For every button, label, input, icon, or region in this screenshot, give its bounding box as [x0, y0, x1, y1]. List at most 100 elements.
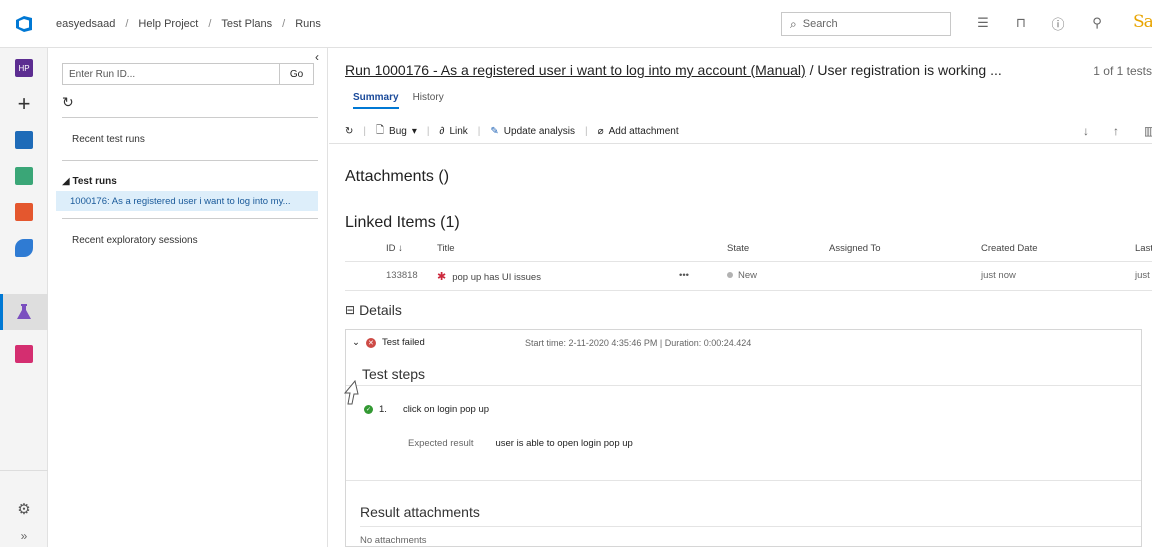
repos-icon: [15, 203, 33, 221]
test-status-toggle[interactable]: ⌄ ✕ Test failed: [352, 337, 425, 348]
recent-exploratory-sessions-link[interactable]: Recent exploratory sessions: [72, 235, 198, 246]
bug-icon: ✱: [437, 271, 447, 283]
run-title-link[interactable]: Run 1000176 - As a registered user i wan…: [345, 62, 806, 78]
test-runs-group-label: Test runs: [72, 176, 117, 187]
run-title-rest: / User registration is working ...: [805, 62, 1002, 78]
document-icon: 🗋: [376, 125, 385, 136]
update-analysis-label: Update analysis: [503, 126, 575, 137]
arrow-up-icon[interactable]: ↑: [1113, 124, 1119, 138]
refresh-button[interactable]: ↻: [345, 126, 353, 137]
artifacts-nav-button[interactable]: [0, 336, 48, 372]
project-badge: HP: [15, 59, 33, 77]
paperclip-icon: ⌀: [597, 126, 604, 137]
row-title-label: pop up has UI issues: [452, 272, 541, 283]
test-status-label: Test failed: [381, 337, 425, 348]
row-title[interactable]: ✱ pop up has UI issues: [437, 270, 541, 283]
column-last[interactable]: Last: [1135, 243, 1152, 254]
update-analysis-button[interactable]: ✎ Update analysis: [490, 126, 575, 137]
attachments-heading: Attachments (): [345, 168, 450, 185]
column-state[interactable]: State: [727, 243, 749, 254]
test-step[interactable]: ✓ 1. click on login pop up: [364, 404, 489, 415]
avatar[interactable]: Saa: [1133, 12, 1152, 32]
search-box[interactable]: ⌕ Search: [781, 12, 951, 36]
results-divider: [360, 526, 1141, 527]
tab-bar: Summary History: [353, 92, 444, 109]
pencil-icon: ✎: [490, 126, 499, 137]
go-button[interactable]: Go: [279, 64, 313, 84]
row-state: New: [727, 270, 757, 281]
run-title: Run 1000176 - As a registered user i wan…: [345, 62, 1150, 78]
tab-history[interactable]: History: [413, 92, 444, 109]
overview-icon: [15, 131, 33, 149]
boards-nav-button[interactable]: [0, 158, 48, 194]
run-id-input[interactable]: Enter Run ID... Go: [62, 63, 314, 85]
refresh-icon: ↻: [345, 126, 354, 137]
toolbar-separator: |: [426, 126, 430, 137]
column-assigned-to[interactable]: Assigned To: [829, 243, 881, 254]
bug-dropdown-button[interactable]: 🗋 Bug ▾: [376, 123, 417, 140]
results-divider: [346, 480, 1141, 481]
column-title[interactable]: Title: [437, 243, 455, 254]
expected-result-value: user is able to open login pop up: [495, 438, 633, 449]
link-label: Link: [449, 126, 468, 137]
selected-test-run[interactable]: 1000176: As a registered user i want to …: [56, 191, 318, 211]
breadcrumb-test-plans[interactable]: Test Plans: [221, 18, 272, 30]
table-divider: [345, 261, 1152, 262]
breadcrumb-org[interactable]: easyedsaad: [56, 18, 115, 30]
left-navigation-rail: HP + ⚙ »: [0, 48, 48, 547]
column-id[interactable]: ID ↓: [386, 243, 403, 254]
details-heading-label: Details: [359, 302, 402, 318]
new-item-button[interactable]: +: [0, 86, 48, 122]
user-settings-icon[interactable]: ⚲: [1087, 13, 1107, 33]
breadcrumb-project[interactable]: Help Project: [138, 18, 198, 30]
pass-icon: ✓: [364, 405, 373, 414]
toolbar-separator: |: [363, 126, 366, 137]
chevron-down-icon: ⌄: [352, 337, 360, 348]
boards-icon: [15, 167, 33, 185]
artifacts-icon: [15, 345, 33, 363]
panel-divider: [62, 218, 318, 219]
marketplace-bag-icon[interactable]: ⊓: [1011, 13, 1031, 33]
test-steps-heading: Test steps: [362, 366, 426, 382]
pipelines-nav-button[interactable]: [0, 230, 48, 266]
test-runs-group[interactable]: ◢ Test runs: [62, 176, 117, 187]
arrow-down-icon[interactable]: ↓: [1083, 124, 1089, 138]
breadcrumb-runs[interactable]: Runs: [295, 18, 321, 30]
step-index: 1.: [379, 404, 387, 415]
refresh-icon[interactable]: ↻: [62, 94, 74, 111]
row-created: just now: [981, 270, 1016, 281]
run-id-placeholder: Enter Run ID...: [69, 68, 136, 80]
search-icon: ⌕: [790, 16, 797, 31]
link-icon: ∂: [439, 126, 445, 137]
step-action: click on login pop up: [402, 404, 490, 415]
link-button[interactable]: ∂ Link: [439, 126, 467, 137]
result-attachments-heading: Result attachments: [360, 504, 480, 520]
recent-test-runs-link[interactable]: Recent test runs: [72, 134, 145, 145]
collapse-panel-chevron-icon[interactable]: ‹: [315, 50, 319, 64]
help-icon[interactable]: ⓘ: [1048, 13, 1068, 33]
panel-divider: [62, 117, 318, 118]
flask-icon: [17, 304, 31, 319]
overview-nav-button[interactable]: [0, 122, 48, 158]
double-chevron-right-icon: »: [20, 529, 28, 543]
project-settings-button[interactable]: ⚙: [0, 491, 48, 527]
expand-triangle-icon: ◢: [62, 176, 70, 187]
expand-rail-button[interactable]: »: [0, 526, 48, 546]
gear-icon: ⚙: [17, 501, 31, 518]
tab-summary[interactable]: Summary: [353, 92, 399, 109]
azure-devops-logo-icon[interactable]: [0, 0, 48, 48]
panel-layout-icon[interactable]: ▥: [1144, 124, 1152, 138]
column-created-date[interactable]: Created Date: [981, 243, 1038, 254]
test-plans-nav-button[interactable]: [0, 294, 48, 330]
add-attachment-button[interactable]: ⌀ Add attachment: [598, 126, 679, 137]
runs-side-panel: ‹ Enter Run ID... Go ↻ Recent test runs …: [48, 48, 328, 547]
project-badge-button[interactable]: HP: [0, 50, 48, 86]
details-icon: ⊟: [345, 303, 356, 317]
steps-divider: [346, 385, 1141, 386]
repos-nav-button[interactable]: [0, 194, 48, 230]
breadcrumb-separator: /: [125, 18, 129, 30]
task-list-icon[interactable]: ☰: [973, 13, 993, 33]
avatar-initials: Sa: [1133, 12, 1152, 32]
toolbar-separator: |: [584, 126, 588, 137]
row-more-button[interactable]: •••: [679, 270, 689, 281]
